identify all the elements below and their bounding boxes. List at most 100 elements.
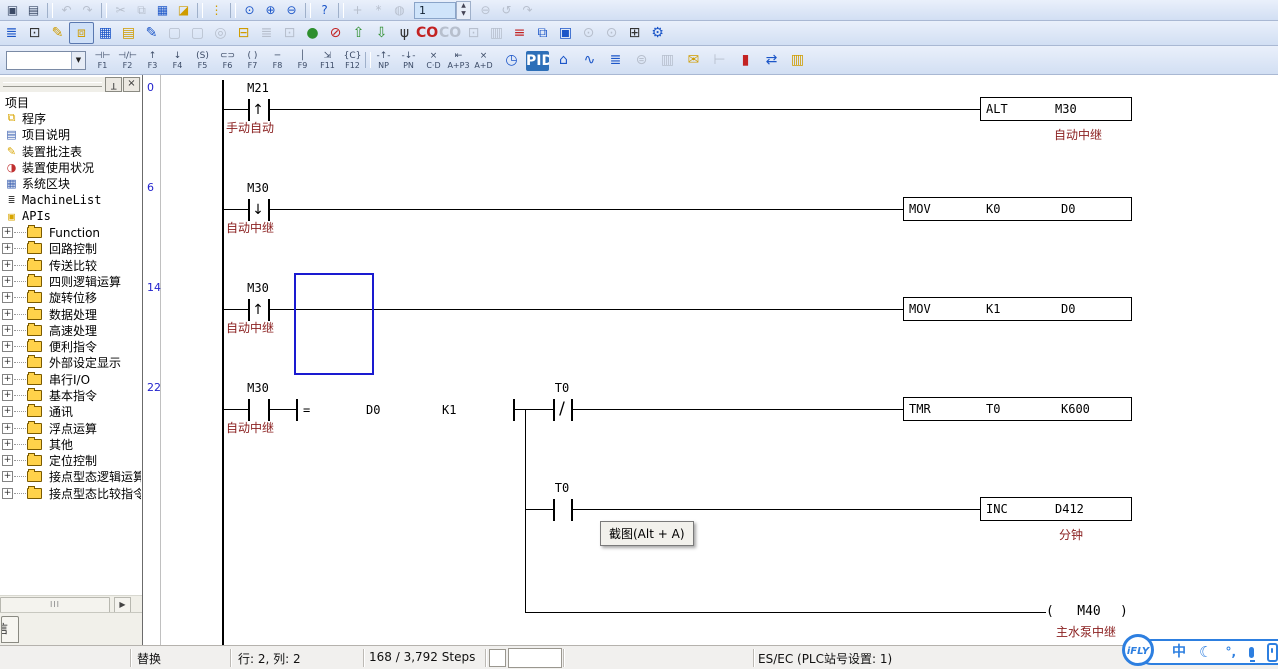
transfer-icon[interactable]: ⇄ — [760, 50, 783, 70]
phone-mic-icon[interactable] — [1267, 643, 1278, 662]
pin-button[interactable]: T — [105, 77, 122, 92]
marker-icon[interactable]: ⋮ — [206, 2, 227, 19]
combo-dropdown-icon[interactable]: ▼ — [71, 52, 85, 69]
sidebar-item[interactable]: ✎ 装置批注表 — [0, 143, 141, 159]
sidebar-api-item[interactable]: 浮点运算 — [0, 420, 141, 436]
expand-icon[interactable] — [2, 406, 13, 417]
sidebar-api-item[interactable]: 接点型态逻辑运算 — [0, 469, 141, 485]
contact[interactable] — [248, 399, 250, 421]
help-icon[interactable]: ? — [314, 2, 335, 19]
search1-icon[interactable]: ⊙ — [577, 23, 600, 43]
move-icon[interactable]: + — [347, 2, 368, 19]
save-icon[interactable]: ▣ — [2, 2, 23, 19]
convert-cd-button[interactable]: × C·D — [421, 47, 446, 73]
expand-icon[interactable] — [2, 243, 13, 254]
wave-scope-icon[interactable]: ∿ — [578, 50, 601, 70]
code2-icon[interactable]: CODE — [439, 23, 462, 43]
sidebar-api-item[interactable]: 定位控制 — [0, 453, 141, 469]
device-view-icon[interactable]: ▥ — [485, 23, 508, 43]
sidebar-item[interactable]: ◑ 装置使用状况 — [0, 159, 141, 175]
pid-icon[interactable]: PID — [526, 51, 549, 71]
expand-icon[interactable] — [2, 260, 13, 271]
coin-icon[interactable]: ⊜ — [630, 50, 653, 70]
sidebar-item[interactable]: ⧉ 程序 — [0, 110, 141, 126]
vline-button[interactable]: │ F9 — [290, 47, 315, 73]
sidebar-item[interactable]: ≣ MachineList — [0, 192, 141, 208]
separator[interactable] — [197, 3, 203, 18]
thermometer-icon[interactable]: ▮ — [734, 50, 757, 70]
instruction-box[interactable]: ALT M30 — [980, 97, 1132, 121]
page-spinbox[interactable]: 1 — [414, 2, 456, 19]
locate-icon[interactable]: ◎ — [209, 23, 232, 43]
ime-language-button[interactable]: 中 — [1172, 642, 1186, 662]
pn-pulse-button[interactable]: -↓- PN — [396, 47, 421, 73]
contact[interactable] — [268, 199, 270, 221]
zoom-in-icon[interactable]: ⊕ — [260, 2, 281, 19]
code-icon[interactable]: CODE — [416, 23, 439, 43]
expand-icon[interactable] — [2, 471, 13, 482]
ladder-editor[interactable]: 0 6 14 22 M21 ↑ 手动自动 ALT M30 自动中继 M30 ↓ … — [144, 75, 1278, 645]
sidebar-api-item[interactable]: 串行I/O — [0, 371, 141, 387]
scroll-right-icon[interactable]: ▶ — [114, 597, 131, 613]
coil-label[interactable]: M40 — [1064, 604, 1114, 619]
ime-punctuation-button[interactable]: °, — [1225, 642, 1236, 662]
contact[interactable] — [268, 399, 270, 421]
separator[interactable] — [47, 3, 53, 18]
contact[interactable] — [268, 99, 270, 121]
zoom-icon[interactable]: ⊙ — [239, 2, 260, 19]
ime-toolbar[interactable]: 中 ☾ °, — [1138, 639, 1278, 665]
contact-nc[interactable] — [571, 399, 573, 421]
sidebar-api-item[interactable]: 四则逻辑运算 — [0, 273, 141, 289]
convert-ap3-button[interactable]: ⇤ A+P3 — [446, 47, 471, 73]
instruction-box[interactable]: TMR T0 K600 — [903, 397, 1132, 421]
sidebar-api-item[interactable]: 回路控制 — [0, 241, 141, 257]
sidebar-hscrollbar[interactable]: III ▶ — [0, 595, 142, 612]
set-coil-button[interactable]: (S) F5 — [190, 47, 215, 73]
cut-icon[interactable]: ✂ — [110, 2, 131, 19]
undo-icon[interactable]: ↶ — [56, 2, 77, 19]
expand-icon[interactable] — [2, 488, 13, 499]
cabinet-icon[interactable]: ▥ — [656, 50, 679, 70]
network-icon[interactable]: ⊞ — [623, 23, 646, 43]
separator[interactable] — [305, 3, 311, 18]
compare-button[interactable]: {C} F12 — [340, 47, 365, 73]
run-icon[interactable]: ● — [301, 23, 324, 43]
redo-icon[interactable]: ↷ — [77, 2, 98, 19]
tree-edit-icon[interactable]: ⊟ — [232, 23, 255, 43]
sidebar-api-item[interactable]: 高速处理 — [0, 322, 141, 338]
code-monitor-icon[interactable]: ⊡ — [462, 23, 485, 43]
expand-icon[interactable] — [2, 439, 13, 450]
expand-icon[interactable] — [2, 341, 13, 352]
remove-icon[interactable]: ⊖ — [475, 2, 496, 19]
close-icon[interactable]: × — [123, 77, 140, 92]
sidebar-api-item[interactable]: 外部设定显示 — [0, 355, 141, 371]
hline-button[interactable]: ─ F8 — [265, 47, 290, 73]
ladder-view-icon[interactable]: ≣ — [0, 23, 23, 43]
api-button[interactable]: ⇲ F11 — [315, 47, 340, 73]
settings-icon[interactable]: ⚙ — [646, 23, 669, 43]
np-pulse-button[interactable]: -↑- NP — [371, 47, 396, 73]
contact[interactable] — [268, 299, 270, 321]
expand-icon[interactable] — [2, 455, 13, 466]
contact-falling-button[interactable]: ↓ F4 — [165, 47, 190, 73]
instruction-box[interactable]: MOV K1 D0 — [903, 297, 1132, 321]
spin-up-icon[interactable]: ▲ — [457, 2, 470, 11]
ime-moon-icon[interactable]: ☾ — [1199, 642, 1212, 662]
pipe-icon[interactable]: ⊢ — [708, 50, 731, 70]
compare-block[interactable] — [296, 399, 298, 421]
spin-down-icon[interactable]: ▼ — [457, 10, 470, 19]
globe-icon[interactable]: ◍ — [389, 2, 410, 19]
scrollbar-thumb[interactable]: III — [0, 597, 110, 613]
layers-icon[interactable]: ≣ — [604, 50, 627, 70]
tree-root[interactable]: 项目 — [0, 94, 141, 110]
instruction-box[interactable]: MOV K0 D0 — [903, 197, 1132, 221]
contact-rising-button[interactable]: ↑ F3 — [140, 47, 165, 73]
refresh-right-icon[interactable]: ↷ — [517, 2, 538, 19]
print-icon[interactable]: ▤ — [23, 2, 44, 19]
module-icon[interactable]: ⌂ — [552, 50, 575, 70]
expand-icon[interactable] — [2, 276, 13, 287]
contact[interactable] — [571, 499, 573, 521]
ladder2-icon[interactable]: ≣ — [255, 23, 278, 43]
separator[interactable] — [101, 3, 107, 18]
spin-arrows[interactable]: ▲▼ — [456, 1, 471, 20]
